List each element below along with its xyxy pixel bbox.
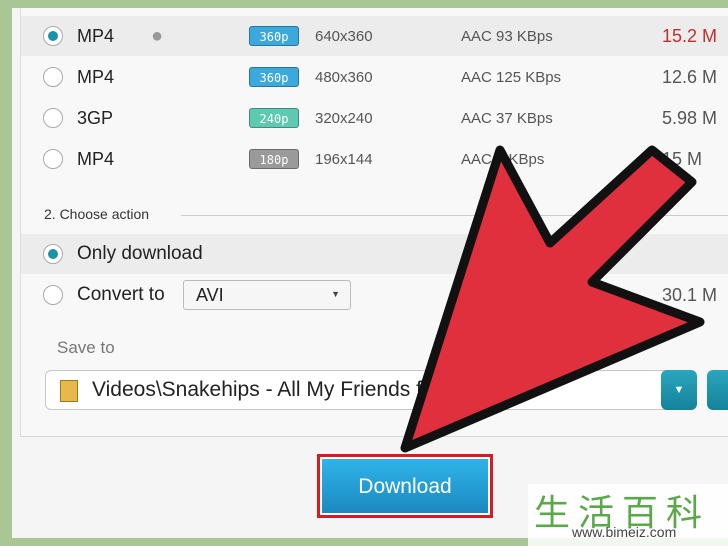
red-arrow-annotation [400, 145, 705, 453]
arrow-shape [400, 145, 705, 453]
watermark: 生活百科 www.bimeiz.com [528, 484, 728, 546]
watermark-url: www.bimeiz.com [572, 524, 677, 540]
